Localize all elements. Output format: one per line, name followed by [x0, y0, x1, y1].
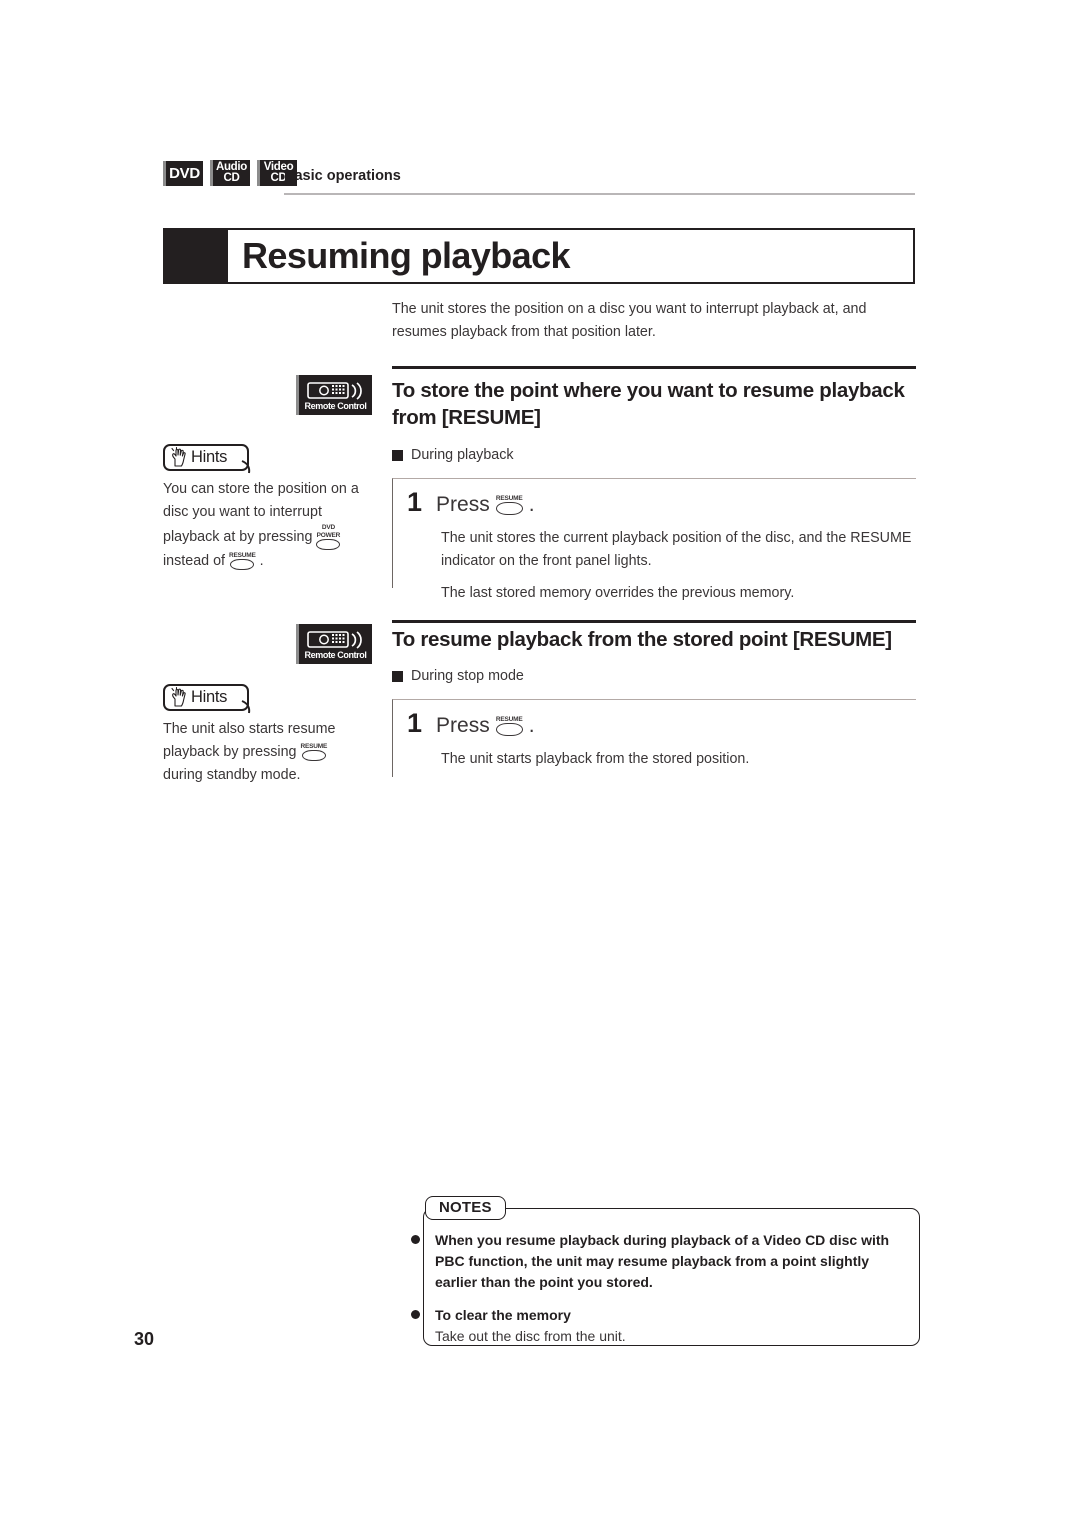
hand-pointer-icon-2 — [171, 687, 186, 707]
section-2-step-line: 1 Press RESUME . — [407, 710, 916, 738]
note-item: To clear the memory Take out the disc fr… — [395, 1305, 920, 1347]
header-divider — [284, 193, 915, 195]
resume-button-oval-2 — [495, 723, 523, 737]
hints-label-1: Hints — [191, 448, 228, 466]
header-section-title: Basic operations — [284, 168, 401, 184]
page-header: DVD Audio CD Video CD Basic operations — [163, 160, 915, 202]
resume-button-oval-1 — [495, 502, 523, 516]
hand-pointer-icon-1 — [171, 447, 186, 467]
section-2-mode-label: During stop mode — [411, 668, 524, 684]
resume-button-glyph-hint-2: RESUME — [300, 742, 328, 762]
section-1-heading: To store the point where you want to res… — [392, 379, 905, 429]
section-1-mode: During playback — [392, 447, 514, 463]
section-1-mode-label: During playback — [411, 447, 514, 463]
hints-text-2-part2: during standby mode. — [163, 767, 301, 783]
resume-button-glyph-2: RESUME — [495, 715, 523, 737]
note-text: When you resume playback during playback… — [435, 1230, 905, 1293]
section-1-step-body-p1: The unit stores the current playback pos… — [441, 530, 912, 569]
section-2-mode: During stop mode — [392, 668, 524, 684]
section-1-rule — [392, 366, 916, 369]
dvd-power-button-oval — [316, 539, 341, 550]
resume-button-glyph-1: RESUME — [495, 494, 523, 516]
resume-caption-hint-1: RESUME — [228, 551, 256, 559]
hints-badge-2: Hints — [163, 684, 251, 714]
hints-text-1: You can store the position on a disc you… — [163, 478, 359, 573]
resume-caption-hint-2: RESUME — [300, 742, 328, 750]
square-bullet-icon — [392, 670, 403, 682]
section-1-step-label: Press RESUME . — [436, 493, 535, 517]
audio-cd-badge: Audio CD — [210, 160, 250, 186]
dvd-power-caption-line1: DVD — [321, 524, 335, 531]
audio-cd-badge-line2: CD — [223, 172, 240, 184]
resume-button-glyph-hint-1: RESUME — [229, 552, 256, 571]
remote-control-icon-2: Remote Control — [296, 624, 372, 664]
square-bullet-icon — [392, 449, 403, 461]
hints-tail-1 — [241, 460, 251, 474]
title-swatch — [163, 228, 226, 284]
dvd-power-button-glyph: DVD POWER — [316, 524, 341, 550]
section-2-rule — [392, 620, 916, 623]
bullet-icon — [395, 1230, 435, 1293]
note-2-plain: Take out the disc from the unit. — [435, 1328, 626, 1344]
hints-label-2: Hints — [191, 688, 228, 706]
resume-oval-hint-1 — [230, 559, 255, 571]
period-2: . — [528, 714, 535, 737]
hints-text-1-part2: instead of — [163, 553, 225, 569]
dvd-power-caption-line2: POWER — [316, 531, 341, 539]
section-2-step-body: The unit starts playback from the stored… — [441, 748, 916, 771]
note-text: To clear the memory Take out the disc fr… — [435, 1305, 905, 1347]
page-title-block: Resuming playback — [163, 228, 915, 284]
section-2-step-label: Press RESUME . — [436, 714, 535, 738]
remote-control-label-2: Remote Control — [304, 649, 367, 660]
hints-block-1: Hints You can store the position on a di… — [163, 444, 363, 573]
section-2-step-body-p1: The unit starts playback from the stored… — [441, 751, 750, 767]
intro-paragraph: The unit stores the position on a disc y… — [392, 301, 867, 340]
note-2-bold: To clear the memory — [435, 1307, 571, 1323]
notes-item-list: When you resume playback during playback… — [395, 1230, 920, 1359]
remote-glyph-1 — [306, 381, 365, 401]
press-word-2: Press — [436, 714, 490, 737]
note-1-bold: When you resume playback during playback… — [435, 1232, 890, 1290]
note-item: When you resume playback during playback… — [395, 1230, 920, 1293]
hints-block-2: Hints The unit also starts resume playba… — [163, 684, 363, 787]
hints-badge-1: Hints — [163, 444, 251, 474]
resume-oval-hint-2 — [301, 750, 326, 762]
bullet-icon — [395, 1305, 435, 1347]
hints-text-1-part3: . — [259, 553, 264, 569]
section-1-step-number: 1 — [407, 487, 423, 517]
document-page: DVD Audio CD Video CD Basic operations R… — [0, 0, 1080, 1529]
remote-control-icon-1: Remote Control — [296, 375, 372, 415]
remote-control-label-1: Remote Control — [304, 400, 367, 411]
notes-tab-label: NOTES — [425, 1196, 506, 1220]
resume-button-caption-1: RESUME — [495, 494, 523, 502]
dvd-badge-label: DVD — [169, 164, 200, 182]
section-1-step-body-p2: The last stored memory overrides the pre… — [441, 585, 795, 601]
page-title: Resuming playback — [242, 235, 571, 276]
remote-glyph-2 — [306, 630, 365, 650]
title-box: Resuming playback — [226, 228, 915, 284]
section-1-step-box: 1 Press RESUME . The unit stores the cur… — [392, 478, 916, 601]
dvd-badge: DVD — [163, 161, 203, 186]
resume-button-caption-2: RESUME — [495, 715, 523, 723]
page-number: 30 — [134, 1329, 155, 1349]
hints-tail-2 — [241, 700, 251, 714]
hints-text-2: The unit also starts resume playback by … — [163, 718, 359, 787]
period-1: . — [528, 493, 535, 516]
section-2-heading: To resume playback from the stored point… — [392, 628, 892, 651]
remote-svg-2 — [306, 630, 362, 649]
disc-type-badges: DVD Audio CD Video CD — [163, 160, 297, 186]
remote-svg-1 — [306, 381, 362, 400]
section-1-step-body: The unit stores the current playback pos… — [441, 527, 916, 605]
section-1-step-line: 1 Press RESUME . — [407, 489, 916, 517]
section-2-step-box: 1 Press RESUME . The unit starts playbac… — [392, 699, 916, 777]
section-2-step-number: 1 — [407, 708, 423, 738]
press-word-1: Press — [436, 493, 490, 516]
